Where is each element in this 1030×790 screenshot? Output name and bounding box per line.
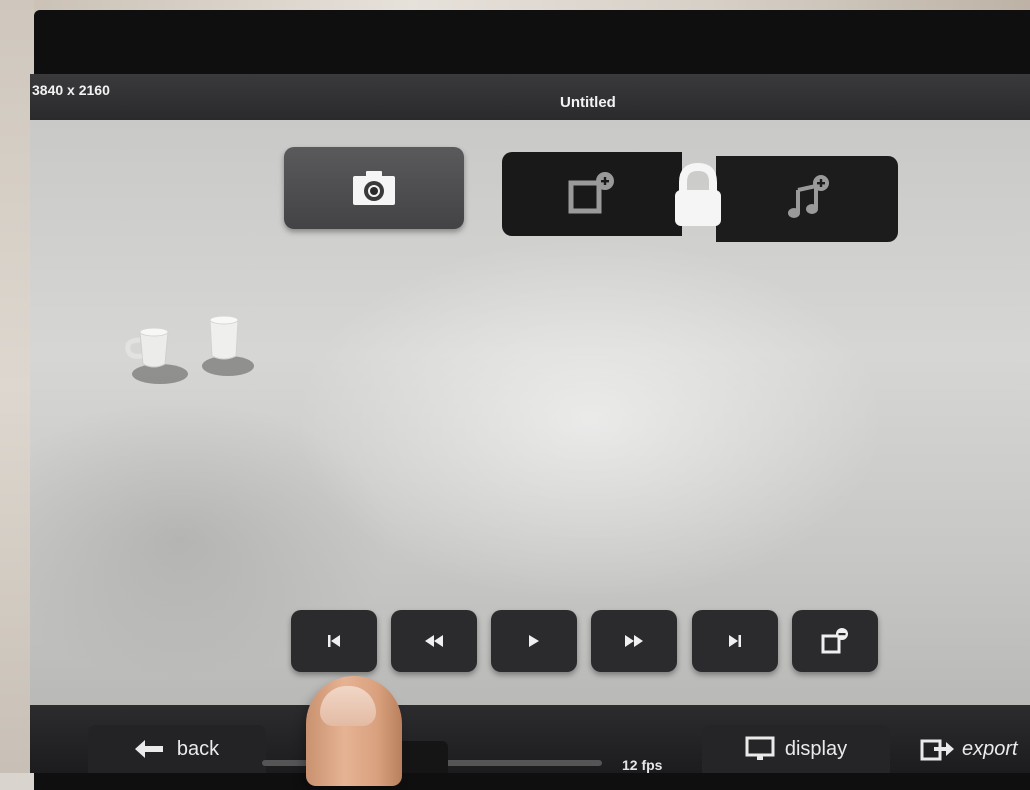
layer-controls [502, 150, 898, 242]
fast-forward-button[interactable] [591, 610, 677, 672]
back-arrow-icon [134, 740, 163, 758]
export-icon [920, 739, 954, 761]
fps-label: 12 fps [622, 757, 663, 773]
last-frame-button[interactable] [692, 610, 778, 672]
lock-toggle[interactable] [666, 156, 730, 234]
user-finger [306, 676, 402, 786]
rewind-button[interactable] [391, 610, 477, 672]
fingernail [320, 686, 376, 726]
monitor-icon [745, 736, 775, 760]
remove-frame-icon [821, 628, 848, 654]
document-title: Untitled [560, 94, 616, 111]
add-frame-button[interactable] [502, 152, 682, 236]
skip-to-end-icon [729, 635, 741, 647]
remove-frame-button[interactable] [792, 610, 878, 672]
capture-button[interactable] [284, 147, 464, 229]
first-frame-button[interactable] [291, 610, 377, 672]
camera-icon [353, 171, 395, 205]
export-label: export [962, 737, 1018, 760]
skip-to-start-icon [328, 635, 340, 647]
background-desk-left [0, 0, 34, 773]
bottom-bar: back 12 fps display export [30, 705, 1030, 773]
back-button[interactable]: back [88, 725, 266, 773]
back-label: back [176, 737, 220, 760]
rewind-icon [425, 635, 443, 647]
lock-icon [675, 162, 721, 226]
display-button[interactable]: display [702, 725, 890, 773]
export-button[interactable]: export [908, 725, 1030, 773]
display-label: display [784, 737, 848, 760]
resolution-label: 3840 x 2160 [32, 82, 110, 98]
add-frame-icon [568, 172, 614, 214]
add-music-button[interactable] [716, 156, 898, 242]
title-bar: 3840 x 2160 Untitled [30, 74, 1030, 121]
play-button[interactable] [491, 610, 577, 672]
play-icon [529, 635, 539, 647]
add-music-icon [788, 175, 829, 218]
fast-forward-icon [625, 635, 643, 647]
mug-right [202, 315, 254, 376]
mug-left [125, 327, 188, 384]
